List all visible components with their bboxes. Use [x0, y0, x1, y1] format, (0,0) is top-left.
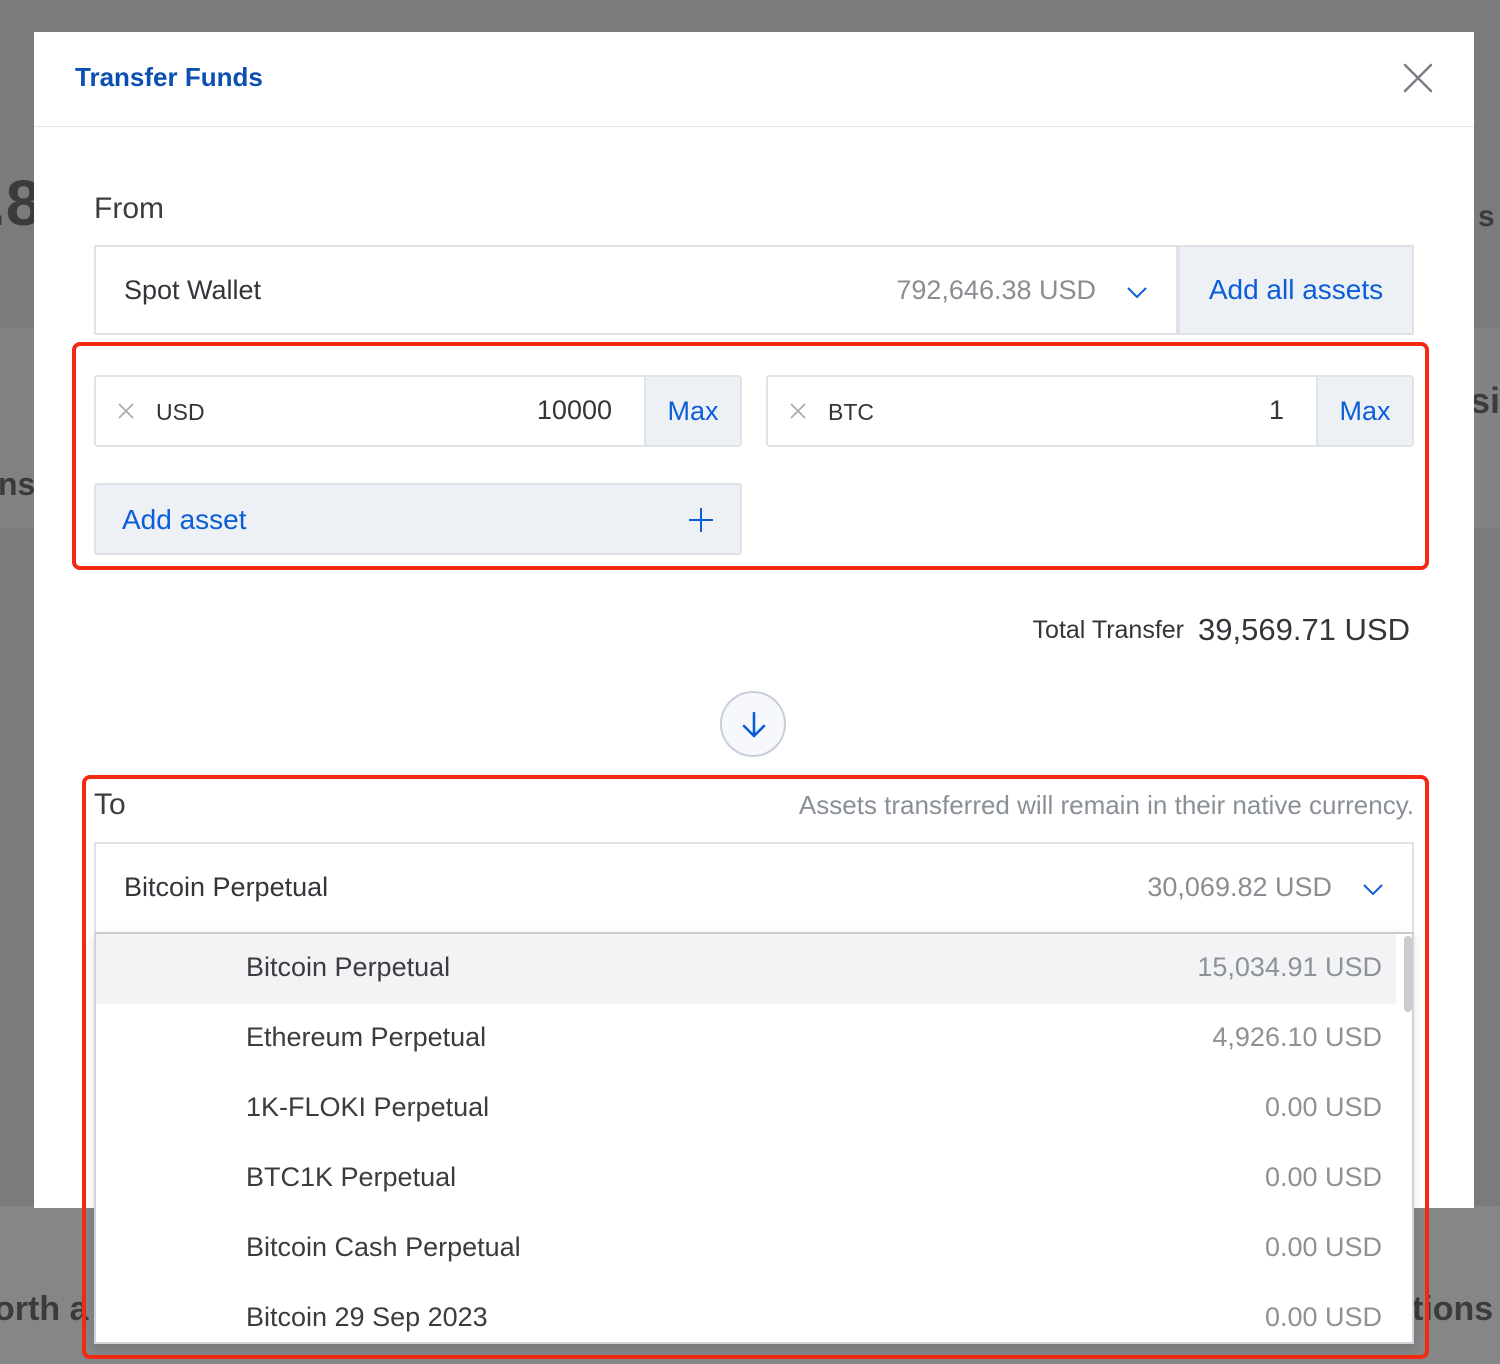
from-wallet-balance: 792,646.38 USD [896, 275, 1096, 305]
to-account-balance: 30,069.82 USD [1147, 872, 1332, 902]
option-name: Bitcoin Perpetual [246, 952, 451, 982]
max-button[interactable]: Max [644, 377, 740, 445]
swap-direction-button[interactable] [720, 691, 786, 757]
from-wallet-name: Spot Wallet [124, 275, 262, 305]
dropdown-option[interactable]: Bitcoin 29 Sep 2023 0.00 USD [96, 1284, 1396, 1342]
add-asset-button[interactable]: Add asset [94, 483, 742, 555]
option-name: Bitcoin Cash Perpetual [246, 1232, 521, 1262]
asset-amount[interactable]: 10000 [537, 395, 612, 426]
to-account-select[interactable]: Bitcoin Perpetual 30,069.82 USD [94, 842, 1414, 932]
remove-asset-icon[interactable] [788, 401, 808, 421]
dropdown-option[interactable]: 1K-FLOKI Perpetual 0.00 USD [96, 1074, 1396, 1144]
dropdown-scrollbar[interactable] [1404, 936, 1412, 1012]
dropdown-option[interactable]: BTC1K Perpetual 0.00 USD [96, 1144, 1396, 1214]
add-asset-label: Add asset [122, 504, 247, 535]
to-label: To [94, 788, 126, 821]
arrow-down-icon [742, 711, 766, 738]
option-balance: 0.00 USD [1264, 1162, 1382, 1192]
background-text: s [1478, 200, 1495, 233]
option-balance: 0.00 USD [1264, 1092, 1382, 1122]
background-text: sis [1470, 380, 1500, 421]
dropdown-option[interactable]: Bitcoin Perpetual 15,034.91 USD [96, 934, 1396, 1004]
chevron-down-icon[interactable] [1362, 878, 1384, 900]
asset-input-usd[interactable]: USD 10000 Max [94, 375, 742, 447]
total-transfer-label: Total Transfer [1032, 616, 1184, 644]
modal-header: Transfer Funds [34, 32, 1474, 127]
max-button[interactable]: Max [1316, 377, 1412, 445]
chevron-down-icon[interactable] [1126, 281, 1148, 303]
to-note: Assets transferred will remain in their … [798, 790, 1414, 820]
plus-icon [689, 508, 713, 532]
close-button[interactable] [1400, 60, 1436, 96]
option-name: Bitcoin 29 Sep 2023 [246, 1302, 488, 1332]
option-name: 1K-FLOKI Perpetual [246, 1092, 490, 1122]
option-name: Ethereum Perpetual [246, 1022, 487, 1052]
dropdown-option[interactable]: Ethereum Perpetual 4,926.10 USD [96, 1004, 1396, 1074]
from-label: From [94, 192, 164, 225]
asset-currency: USD [156, 399, 205, 425]
background-text: orth a [0, 1290, 89, 1328]
remove-asset-icon[interactable] [116, 401, 136, 421]
total-transfer-value: 39,569.71 USD [1198, 612, 1410, 647]
option-balance: 15,034.91 USD [1197, 952, 1382, 982]
asset-amount[interactable]: 1 [1269, 395, 1284, 426]
option-balance: 0.00 USD [1264, 1232, 1382, 1262]
modal-title: Transfer Funds [75, 62, 263, 92]
option-balance: 0.00 USD [1264, 1302, 1382, 1332]
from-wallet-select[interactable]: Spot Wallet 792,646.38 USD [94, 245, 1178, 335]
to-account-dropdown[interactable]: Bitcoin Perpetual 15,034.91 USD Ethereum… [94, 932, 1414, 1344]
asset-currency: BTC [828, 399, 874, 425]
add-all-assets-button[interactable]: Add all assets [1178, 245, 1414, 335]
option-name: BTC1K Perpetual [246, 1162, 457, 1192]
close-icon[interactable] [1400, 60, 1436, 96]
to-account-name: Bitcoin Perpetual [124, 872, 329, 902]
dropdown-option[interactable]: Bitcoin Cash Perpetual 0.00 USD [96, 1214, 1396, 1284]
background-text: ns [0, 466, 36, 502]
asset-input-btc[interactable]: BTC 1 Max [766, 375, 1414, 447]
option-balance: 4,926.10 USD [1212, 1022, 1382, 1052]
